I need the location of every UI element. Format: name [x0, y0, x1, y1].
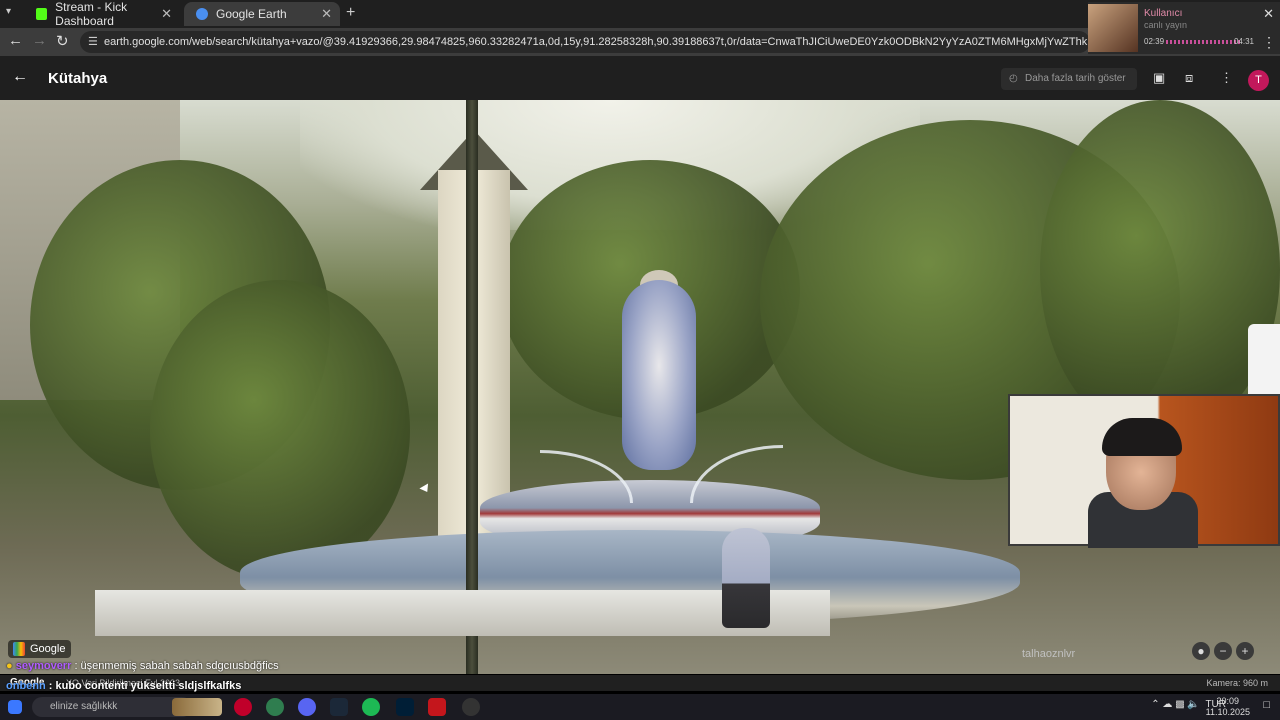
media-waveform: [1166, 40, 1242, 44]
webcam-overlay: [1008, 394, 1280, 548]
clock-date: 11.10.2025: [1205, 707, 1250, 717]
avatar[interactable]: T: [1248, 70, 1269, 91]
chat-text: : üşenmemiş sabah sabah sdgcıusbdğfics: [74, 660, 279, 672]
media-time-elapsed: 02:39: [1144, 37, 1165, 46]
notification-icon[interactable]: □: [1263, 699, 1270, 711]
tab-search-icon[interactable]: ▾: [6, 6, 11, 17]
google-logo-icon: [13, 642, 25, 656]
page-title: Kütahya: [48, 70, 108, 87]
taskbar-ghost-text: elinize sağlıkkk: [50, 701, 118, 712]
tree: [150, 280, 410, 580]
earth-favicon-icon: [196, 8, 208, 20]
address-text: earth.google.com/web/search/kütahya+vazo…: [104, 36, 1090, 48]
steam-icon[interactable]: [330, 698, 348, 716]
tab-close-icon[interactable]: ✕: [161, 6, 172, 22]
media-subtitle: canlı yayın: [1144, 20, 1188, 30]
kick-favicon-icon: [36, 8, 48, 20]
zoom-out-icon[interactable]: −: [1214, 642, 1232, 660]
back-arrow-icon[interactable]: ←: [12, 68, 28, 86]
zoom-in-icon[interactable]: +: [1236, 642, 1254, 660]
google-badge: Google: [8, 640, 72, 658]
taskbar-clock[interactable]: 20:09 11.10.2025: [1206, 696, 1250, 718]
streamer-hair: [1102, 418, 1182, 456]
tab-close-icon[interactable]: ✕: [321, 6, 332, 22]
history-button[interactable]: ◴ Daha fazla tarih göster: [1001, 68, 1137, 90]
history-button-label: Daha fazla tarih göster: [1025, 73, 1126, 84]
tree: [1040, 100, 1280, 440]
media-player-overlay: Kullanıcı canlı yayın 02:39 04:31 ✕: [1088, 2, 1280, 54]
zoom-controls: ● − +: [1188, 642, 1280, 664]
media-thumbnail: [1088, 4, 1138, 52]
badge-icon: ●: [6, 660, 13, 672]
chat-message: ● seymoverr : üşenmemiş sabah sabah sdgc…: [6, 660, 279, 672]
tab-title: Google Earth: [216, 7, 287, 21]
discord-icon[interactable]: [298, 698, 316, 716]
browser-menu-icon[interactable]: ⋮: [1262, 34, 1276, 51]
media-close-icon[interactable]: ✕: [1263, 6, 1274, 22]
clock-time: 20:09: [1216, 696, 1240, 706]
lamp-pole: [466, 100, 478, 674]
earth-header: ← Kütahya ◴ Daha fazla tarih göster ▣ ⧈ …: [0, 56, 1280, 100]
photoshop-icon[interactable]: [396, 698, 414, 716]
windows-start-icon[interactable]: [8, 700, 22, 714]
chat-username: onbenn: [6, 680, 46, 692]
tab-google-earth[interactable]: Google Earth ✕: [184, 2, 340, 26]
chrome-icon[interactable]: [266, 698, 284, 716]
obs-icon[interactable]: [462, 698, 480, 716]
forward-arrow-icon[interactable]: →: [32, 32, 47, 49]
chat-username: seymoverr: [15, 660, 72, 672]
street-view-scene[interactable]: [0, 100, 1280, 674]
history-clock-icon: ◴: [1009, 73, 1018, 84]
fountain-spray: [540, 450, 633, 503]
chat-message: onbenn : kubo contenti yükseltti sldjslf…: [6, 680, 241, 692]
app-icon[interactable]: [428, 698, 446, 716]
fountain-ledge: [95, 590, 830, 636]
media-user: Kullanıcı: [1144, 8, 1183, 19]
address-bar[interactable]: ☰ earth.google.com/web/search/kütahya+va…: [80, 31, 1090, 53]
new-tab-icon[interactable]: +: [346, 4, 355, 22]
spotify-icon[interactable]: [362, 698, 380, 716]
camera-altitude: Kamera: 960 m: [1206, 678, 1268, 688]
vase-sculpture: [622, 280, 696, 470]
reload-icon[interactable]: ↻: [56, 32, 69, 50]
opera-icon[interactable]: [234, 698, 252, 716]
instagram-handle: talhaoznlvr: [1022, 648, 1076, 660]
screenshot-icon[interactable]: ▣: [1153, 70, 1165, 86]
compass-icon[interactable]: ●: [1192, 642, 1210, 660]
media-time-total: 04:31: [1233, 37, 1254, 46]
taskbar-search[interactable]: elinize sağlıkkk: [32, 697, 192, 717]
back-arrow-icon[interactable]: ←: [8, 32, 23, 49]
more-options-icon[interactable]: ⋮: [1220, 70, 1233, 86]
chat-text: : kubo contenti yükseltti sldjslfkalfks: [48, 680, 242, 692]
site-info-icon[interactable]: ☰: [88, 31, 98, 53]
taskbar-thumbnail[interactable]: [172, 698, 222, 716]
google-badge-label: Google: [30, 643, 66, 655]
seated-person: [722, 528, 770, 628]
fountain-spray: [690, 445, 783, 503]
tab-kick-dashboard[interactable]: Stream - Kick Dashboard ✕: [24, 0, 180, 28]
taskbar: elinize sağlıkkk ⌃ ☁ ▩ 🔈 TUR 20:09 11.10…: [0, 694, 1280, 720]
share-icon[interactable]: ⧈: [1185, 70, 1193, 86]
